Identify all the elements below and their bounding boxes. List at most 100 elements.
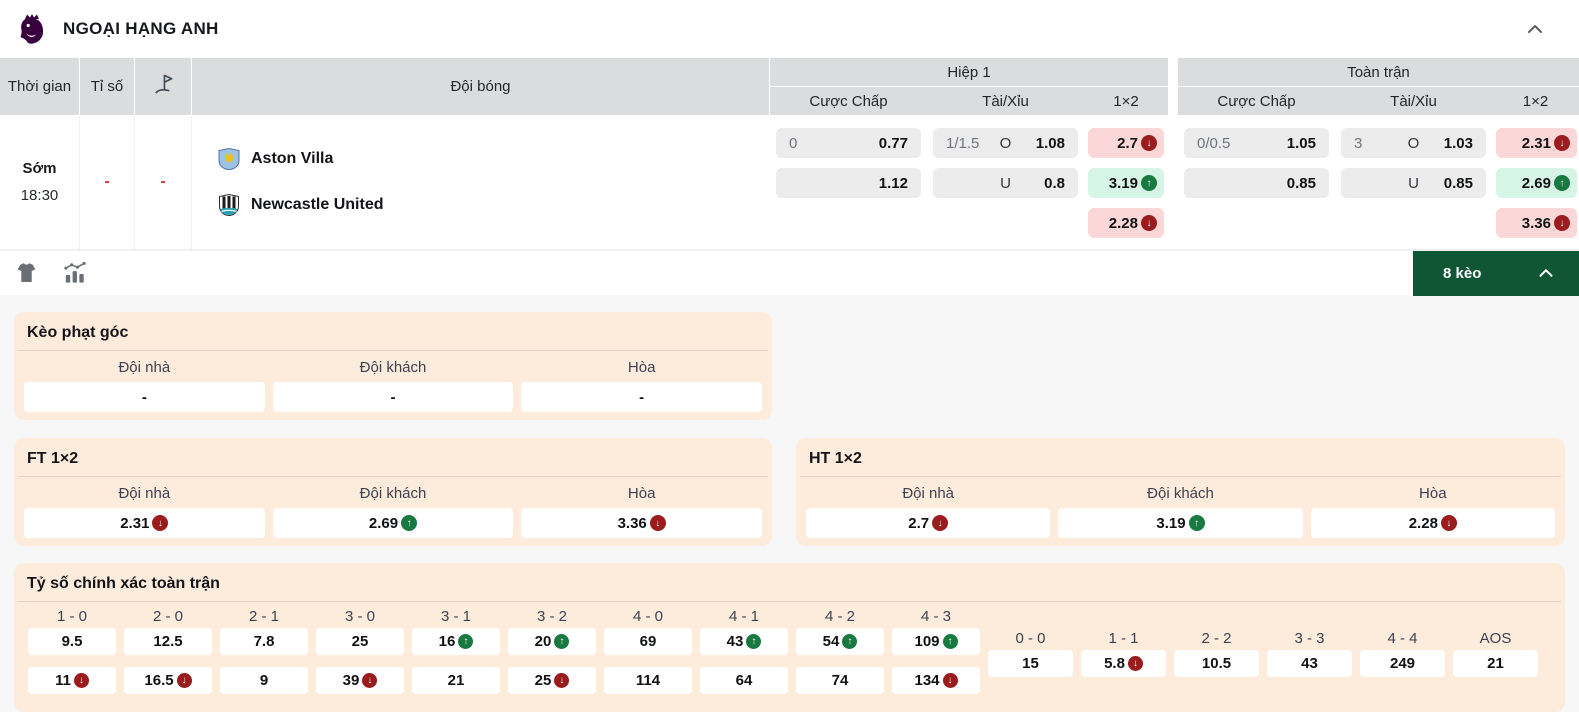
h1-1x2-draw-odds[interactable]: 2.28 ↓	[1088, 208, 1164, 238]
score-odds[interactable]: 25	[316, 628, 404, 655]
corner-odds-draw[interactable]: -	[521, 382, 762, 412]
trend-up-icon: ↑	[554, 634, 570, 649]
score-label: 2 - 2	[1201, 630, 1232, 647]
ft-handicap-odds-away[interactable]: 0.85	[1184, 168, 1329, 198]
score-odds[interactable]: 43 ↑	[700, 628, 788, 655]
ft-1x2-home-odds[interactable]: 2.31 ↓	[1496, 128, 1577, 158]
ft-over-odds[interactable]: 3 O 1.03	[1341, 128, 1486, 158]
ht-1x2-odds-away[interactable]: 3.19 ↑	[1058, 508, 1303, 538]
app-root: NGOẠI HẠNG ANH Thời gian Tỉ số Đội bóng …	[0, 0, 1579, 712]
odds-value: 2.69	[1521, 174, 1551, 192]
section-title-corner: Kèo phạt góc	[18, 312, 768, 351]
col-group-first-half: Hiệp 1 Cược Chấp Tài/Xỉu 1×2	[770, 58, 1168, 115]
stats-icon[interactable]	[62, 261, 89, 285]
score-label: 3 - 2	[536, 608, 567, 625]
ht-1x2-odds-draw[interactable]: 2.28 ↓	[1310, 508, 1555, 538]
bets-count-button[interactable]: 8 kèo	[1413, 250, 1579, 296]
h1-handicap-odds-home[interactable]: 0 0.77	[776, 128, 921, 158]
score-odds[interactable]: 16.5 ↓	[124, 667, 212, 694]
score-odds[interactable]: 11 ↓	[28, 667, 116, 694]
score-odds[interactable]: 64	[700, 667, 788, 694]
score-odds[interactable]: 7.8	[220, 628, 308, 655]
odds-value: 25	[351, 633, 369, 650]
odds-value: -	[141, 388, 147, 406]
score-label: 4 - 4	[1387, 630, 1418, 647]
score-label: 4 - 2	[824, 608, 855, 625]
ht-1x2-odds-home[interactable]: 2.7 ↓	[806, 508, 1051, 538]
score-odds[interactable]: 69	[604, 628, 692, 655]
score-odds[interactable]: 134 ↓	[892, 667, 980, 694]
h1-under-odds[interactable]: U 0.8	[933, 168, 1078, 198]
score-label: 3 - 1	[440, 608, 471, 625]
score-label: 0 - 0	[1015, 630, 1046, 647]
jersey-icon[interactable]	[13, 261, 40, 285]
h1-handicap-odds-away[interactable]: 1.12	[776, 168, 921, 198]
corner-column-label: Đội khách	[359, 359, 427, 376]
match-score: -	[104, 173, 110, 190]
odds-value: 43	[1301, 655, 1318, 672]
corner-odds-home[interactable]: -	[24, 382, 265, 412]
col-header-corner	[135, 58, 192, 115]
ht-1x2-card: HT 1×2 Đội nhà Đội khách Hòa 2.7 ↓ 3.19 ↑ 2.28 ↓	[796, 438, 1565, 546]
score-odds[interactable]: 21	[412, 667, 500, 694]
score-column-AOS: AOS 21	[1449, 624, 1542, 677]
score-odds[interactable]: 9.5	[28, 628, 116, 655]
home-team[interactable]: Aston Villa	[217, 147, 770, 171]
score-odds[interactable]: 9	[220, 667, 308, 694]
odds-value: 25	[534, 672, 552, 689]
odds-table: Thời gian Tỉ số Đội bóng Hiệp 1 Cược Chấ…	[0, 58, 1579, 250]
score-odds[interactable]: 43	[1267, 650, 1352, 677]
premier-league-logo-icon	[14, 11, 50, 47]
table-header: Thời gian Tỉ số Đội bóng Hiệp 1 Cược Chấ…	[0, 58, 1579, 115]
ft-handicap-odds-home[interactable]: 0/0.5 1.05	[1184, 128, 1329, 158]
ft-1x2-away-odds[interactable]: 2.69 ↑	[1496, 168, 1577, 198]
trend-down-icon: ↓	[649, 515, 666, 531]
score-odds[interactable]: 54 ↑	[796, 628, 884, 655]
odds-value: 64	[735, 672, 753, 689]
score-odds[interactable]: 114	[604, 667, 692, 694]
score-odds[interactable]: 249	[1360, 650, 1445, 677]
score-odds[interactable]: 25 ↓	[508, 667, 596, 694]
total-line: 3	[1354, 134, 1363, 152]
ft-1x2-odds-home[interactable]: 2.31 ↓	[24, 508, 265, 538]
subcol-h1-over-under: Tài/Xỉu	[982, 92, 1029, 110]
group-label-first-half: Hiệp 1	[770, 58, 1168, 87]
score-odds[interactable]: 5.8 ↓	[1081, 650, 1166, 677]
score-column-1-0: 1 - 0 9.5 11 ↓	[24, 602, 120, 694]
ft-1x2-draw-odds[interactable]: 3.36 ↓	[1496, 208, 1577, 238]
match-stage: Sớm	[22, 160, 57, 177]
trend-up-icon: ↑	[1554, 175, 1570, 191]
h1-1x2-home-odds[interactable]: 2.7 ↓	[1088, 128, 1164, 158]
odds-value: 1.08	[1035, 134, 1065, 152]
ft-1x2-odds-draw[interactable]: 3.36 ↓	[521, 508, 762, 538]
collapse-league-chevron-icon[interactable]	[1523, 17, 1547, 41]
score-odds[interactable]: 20 ↑	[508, 628, 596, 655]
odds-value: 1.03	[1443, 134, 1473, 152]
odds-value: 114	[635, 672, 661, 689]
aston-villa-badge-icon	[217, 147, 241, 171]
ft-1x2-odds-away[interactable]: 2.69 ↑	[272, 508, 514, 538]
score-odds[interactable]: 74	[796, 667, 884, 694]
ft-under-odds[interactable]: U 0.85	[1341, 168, 1486, 198]
score-odds[interactable]: 15	[988, 650, 1073, 677]
score-odds[interactable]: 109 ↑	[892, 628, 980, 655]
score-odds[interactable]: 12.5	[124, 628, 212, 655]
score-odds[interactable]: 21	[1453, 650, 1538, 677]
score-odds[interactable]: 39 ↓	[316, 667, 404, 694]
league-title: NGOẠI HẠNG ANH	[63, 19, 219, 38]
h1-1x2-away-odds[interactable]: 3.19 ↑	[1088, 168, 1164, 198]
total-line: 1/1.5	[946, 134, 980, 152]
corner-odds-away[interactable]: -	[272, 382, 514, 412]
odds-value: 7.8	[253, 633, 275, 650]
trend-up-icon: ↑	[1141, 175, 1157, 191]
odds-value: 0.85	[1443, 174, 1473, 192]
odds-value: 3.19	[1156, 514, 1186, 532]
score-label: 3 - 0	[344, 608, 375, 625]
match-row[interactable]: Sớm 18:30 - - Aston Villa Newcastle Unit…	[0, 115, 1579, 250]
score-odds[interactable]: 10.5	[1174, 650, 1259, 677]
score-odds[interactable]: 16 ↑	[412, 628, 500, 655]
h1-over-odds[interactable]: 1/1.5 O 1.08	[933, 128, 1078, 158]
trend-down-icon: ↓	[176, 673, 192, 688]
away-team[interactable]: Newcastle United	[217, 193, 770, 217]
trend-up-icon: ↑	[401, 515, 418, 531]
